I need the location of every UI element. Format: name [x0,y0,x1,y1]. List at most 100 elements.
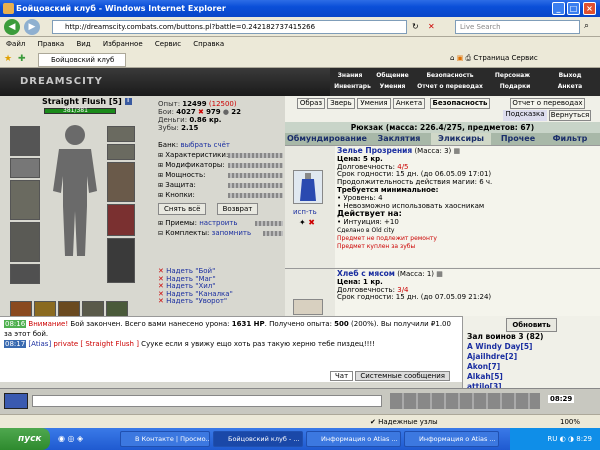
nav-inventory[interactable]: Инвентарь [330,82,375,91]
task-combats[interactable]: Бойцовский клуб - ... [213,431,303,447]
chat-sender[interactable]: [Atias] [28,340,51,348]
start-button[interactable]: пуск [0,428,50,450]
back-icon[interactable]: ◀ [4,19,20,35]
nav-gifts[interactable]: Подарки [490,82,540,91]
taskbar: пуск ◉ ◎ ◈ В Контакте | Просмо... Бойцов… [0,428,600,450]
inventory-tabs: Обмундирование Заклятия Эликсиры Прочее … [285,133,600,145]
set-dodge-link[interactable]: Надеть "Уворот" [166,297,227,305]
tab-chat[interactable]: Чат [330,371,354,381]
tray-icons[interactable]: ◐ ◑ [560,435,577,443]
close-button[interactable]: × [583,2,596,15]
security-button[interactable]: Безопасность [430,98,490,109]
pet-button[interactable]: Зверь [327,98,355,109]
ring-slot[interactable] [107,144,135,160]
item-name[interactable]: Хлеб с мясом [337,269,395,278]
chat-input[interactable] [32,395,382,407]
print-icon[interactable]: ⎙ [466,54,472,62]
url-input[interactable]: http://dreamscity.combats.com/buttons.pl… [52,20,407,34]
image-button[interactable]: Образ [297,98,325,109]
nav-profile[interactable]: Анкета [545,82,595,91]
return-button[interactable]: Возврат [216,203,259,215]
online-user[interactable]: Alkah[5] [467,372,503,381]
task-atias-info-1[interactable]: Информация о Atias ... [306,431,401,447]
gloves-slot[interactable] [107,162,135,202]
online-user[interactable]: A Windy Day[5] [467,342,533,351]
transfers-button[interactable]: Отчет о переводах [510,98,585,109]
menu-file[interactable]: Файл [6,40,25,48]
chat-tool-icons[interactable] [390,393,540,409]
nav-character[interactable]: Персонаж [485,71,540,80]
weapon-slot[interactable] [10,180,40,220]
forward-icon[interactable]: ▶ [24,19,40,35]
tab-other[interactable]: Прочее [493,133,543,145]
search-input[interactable]: Live Search [455,20,580,34]
tab-filter[interactable]: Фильтр [545,133,595,145]
character-silhouette [45,121,105,261]
item-description: Зелье Прозрения (Масса: 3) ▦ Цена: 5 кр.… [337,146,493,250]
refresh-icon[interactable]: ↻ [412,22,419,31]
sets-remember-link[interactable]: запомнить [212,229,251,237]
shield-slot[interactable] [107,204,135,236]
armor-slot[interactable] [10,222,40,262]
drop-icon[interactable]: ✦ ✖ [299,218,315,227]
necklace-slot[interactable] [10,158,40,178]
task-vkontakte[interactable]: В Контакте | Просмо... [120,431,210,447]
earrings-slot[interactable] [107,126,135,142]
tab-combats[interactable]: Бойцовский клуб [38,53,126,67]
menu-edit[interactable]: Правка [38,40,65,48]
menu-favorites[interactable]: Избранное [103,40,143,48]
undress-all-button[interactable]: Снять всё [158,203,207,215]
feeds-icon[interactable]: ▣ [457,54,464,62]
tools-menu[interactable]: Сервис [512,54,538,62]
info-icon[interactable]: i [124,98,132,105]
refresh-button[interactable]: Обновить [506,318,557,332]
favorites-star-icon[interactable]: ★ [4,54,12,64]
tab-equipment[interactable]: Обмундирование [287,133,367,145]
belt-slot[interactable] [10,264,40,284]
boots-slot[interactable] [107,238,135,283]
bank-select-link[interactable]: выбрать счёт [181,141,231,149]
zoom-level[interactable]: 100% [560,415,580,429]
tab-spells[interactable]: Заклятия [369,133,429,145]
stop-icon[interactable]: ✕ [428,22,435,31]
tab-system-messages[interactable]: Системные сообщения [355,371,450,381]
nav-skills[interactable]: Умения [375,82,410,91]
game-top-nav: Знания Общение Безопасность Персонаж Вых… [330,68,600,96]
menu-help[interactable]: Справка [193,40,224,48]
menu-view[interactable]: Вид [76,40,90,48]
moves-configure-link[interactable]: настроить [199,219,237,227]
nav-knowledge[interactable]: Знания [330,71,370,80]
online-user[interactable]: Akon[7] [467,362,500,371]
maximize-button[interactable]: □ [567,2,580,15]
zone-status: ✔ Надежные узлы [370,418,438,426]
character-panel: Straight Flush [5] i 381/381 Опыт: 12499… [0,96,285,339]
nav-security[interactable]: Безопасность [420,71,480,80]
nav-social[interactable]: Общение [370,71,415,80]
profile-button[interactable]: Анкета [393,98,425,109]
use-link[interactable]: исп-ть [293,208,317,216]
hint-button[interactable]: Подсказка [503,110,547,121]
task-atias-info-2[interactable]: Информация о Atias ... [404,431,499,447]
inventory-item: Хлеб с мясом (Масса: 1) ▦ Цена: 1 кр. До… [285,268,600,317]
nav-exit[interactable]: Выход [545,71,595,80]
address-bar: ◀ ▶ http://dreamscity.combats.com/button… [0,17,600,37]
tab-elixirs[interactable]: Эликсиры [431,133,491,145]
nav-transfers[interactable]: Отчет о переводах [410,82,490,91]
helmet-slot[interactable] [10,126,40,156]
online-user[interactable]: Ajailhdre[2] [467,352,517,361]
home-icon[interactable]: ⌂ [450,54,454,62]
add-favorite-icon[interactable]: ✚ [18,54,26,64]
go-back-button[interactable]: Вернуться [549,110,591,121]
minimize-button[interactable]: _ [552,2,565,15]
search-icon[interactable]: ⌕ [584,21,589,31]
quick-launch-icons[interactable]: ◉ ◎ ◈ [58,434,83,443]
chat-icon[interactable] [4,393,28,409]
backpack-header: Рюкзак (масса: 226.4/275, предметов: 67) [285,122,600,133]
chat-message: 08:16 Внимание! Бой закончен. Всего вами… [4,320,451,338]
item-name[interactable]: Зелье Прозрения [337,146,412,155]
page-menu[interactable]: Страница [473,54,509,62]
chat-tabs: Чат Системные сообщения [330,371,462,382]
language-indicator[interactable]: RU [547,435,557,443]
menu-tools[interactable]: Сервис [155,40,181,48]
skills-button[interactable]: Умения [357,98,391,109]
